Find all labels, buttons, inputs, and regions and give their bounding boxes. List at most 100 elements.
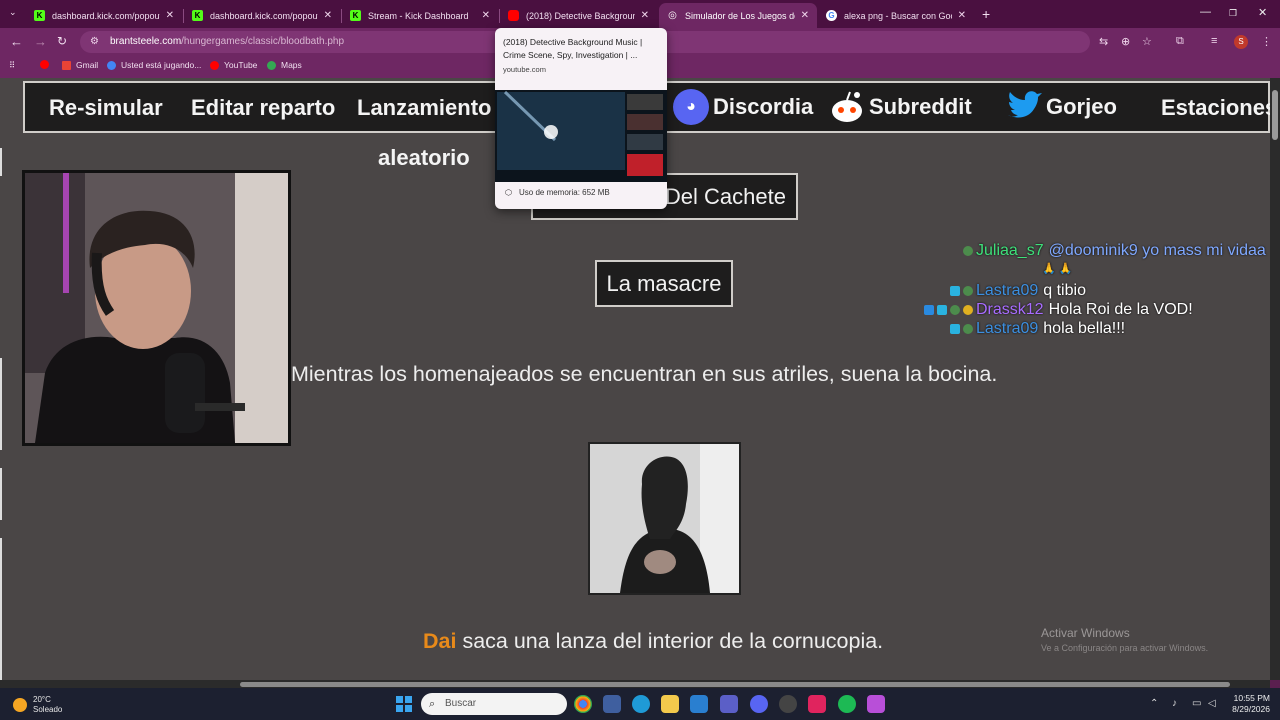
resimular-link[interactable]: Re-simular (49, 95, 163, 121)
lanzamiento-link[interactable]: Lanzamiento (357, 95, 491, 121)
obs-icon[interactable] (779, 695, 797, 713)
gift-badge-icon (937, 305, 947, 315)
bookmark-label: Usted está jugando... (121, 60, 202, 70)
scroll-thumb[interactable] (1272, 90, 1278, 140)
chat-message: Lastra09 q tibio (950, 282, 1086, 300)
discord-icon: ◕ (673, 89, 709, 125)
twitter-link[interactable]: Gorjeo (1004, 89, 1117, 125)
chat-username: Drassk12 (976, 301, 1044, 318)
gift-badge-icon (950, 324, 960, 334)
volume-icon[interactable]: ◁ (1208, 698, 1216, 709)
site-info-icon[interactable]: ⚙ (90, 31, 99, 53)
tab-hover-card: (2018) Detective Background Music | Crim… (495, 28, 667, 209)
app-icon[interactable] (867, 695, 885, 713)
close-icon[interactable]: ✕ (324, 10, 332, 21)
window-close-icon[interactable]: ✕ (1258, 6, 1267, 19)
translate-icon[interactable]: ⇆ (1099, 35, 1108, 48)
bookmark-youtube-short[interactable] (40, 60, 54, 69)
apps-grid-icon[interactable]: ⠿ (9, 60, 15, 71)
tab-title: dashboard.kick.com/popout/i/ (210, 10, 318, 21)
bookmark-youtube[interactable]: YouTube (210, 60, 257, 70)
tab-title: dashboard.kick.com/popout/i/ (52, 10, 160, 21)
outlook-icon[interactable] (690, 695, 708, 713)
activate-windows-subtitle: Ve a Configuración para activar Windows. (1041, 643, 1209, 653)
tray-overflow-icon[interactable]: ⌃ (1150, 698, 1158, 709)
close-icon[interactable]: ✕ (801, 10, 809, 21)
hover-card-domain: youtube.com (503, 65, 546, 74)
youtube-icon (210, 60, 219, 70)
start-button[interactable] (396, 696, 412, 712)
close-icon[interactable]: ✕ (641, 10, 649, 21)
horizontal-scrollbar[interactable] (0, 680, 1270, 688)
hover-card-title: (2018) Detective Background Music | Crim… (503, 37, 643, 60)
hover-card-preview (495, 90, 667, 182)
edge-marker (0, 538, 4, 680)
editar-reparto-link[interactable]: Editar reparto (191, 95, 335, 121)
microphone-icon[interactable]: ♪ (1172, 698, 1177, 709)
close-icon[interactable]: ✕ (166, 10, 174, 21)
discord-taskbar-icon[interactable] (750, 695, 768, 713)
teams-icon[interactable] (720, 695, 738, 713)
google-icon: G (826, 10, 837, 21)
zoom-icon[interactable]: ⊕ (1121, 35, 1130, 48)
search-placeholder: Buscar (445, 698, 477, 709)
sun-icon (13, 698, 27, 712)
tab-simulador[interactable]: ◎ Simulador de Los Juegos del H ✕ (659, 3, 817, 28)
bookmark-label: YouTube (224, 60, 258, 70)
file-explorer-icon[interactable] (661, 695, 679, 713)
minimize-icon[interactable]: — (1200, 6, 1211, 18)
aleatorio-link[interactable]: aleatorio (378, 145, 470, 171)
twitter-label: Gorjeo (1046, 94, 1117, 119)
discord-link[interactable]: ◕ Discordia (673, 89, 813, 125)
chrome-icon[interactable] (574, 695, 592, 713)
chat-text: hola bella!!! (1043, 320, 1126, 337)
media-control-icon[interactable]: ≡ (1211, 35, 1217, 47)
webcam-overlay (22, 170, 291, 446)
subreddit-link[interactable]: Subreddit (828, 89, 972, 125)
taskbar-clock[interactable]: 10:55 PM 8/29/2026 (1222, 693, 1270, 715)
phase-button[interactable]: La masacre (595, 260, 733, 307)
phase-label: La masacre (606, 270, 722, 296)
chat-username: Juliaa_s7 (976, 242, 1044, 259)
restore-icon[interactable]: ❐ (1229, 8, 1237, 19)
menu-icon[interactable]: ⋮ (1261, 35, 1272, 48)
estaciones-link[interactable]: Estaciones (1161, 95, 1270, 121)
chat-username: Lastra09 (976, 282, 1039, 299)
extensions-icon[interactable]: ⧉ (1176, 35, 1184, 48)
spotify-icon[interactable] (838, 695, 856, 713)
edge-marker (0, 358, 4, 450)
maps-icon (267, 60, 276, 70)
close-icon[interactable]: ✕ (958, 10, 966, 21)
store-icon[interactable] (603, 695, 621, 713)
clock-time: 10:55 PM (1233, 693, 1270, 703)
edge-icon[interactable] (632, 695, 650, 713)
weather-widget[interactable]: 20°C Soleado (13, 695, 62, 715)
bookmark-maps[interactable]: Maps (267, 60, 302, 70)
forward-icon[interactable]: → (34, 34, 47, 49)
close-icon[interactable]: ✕ (482, 10, 490, 21)
arena-label: Del Cachete (664, 183, 786, 209)
bookmark-usted-esta-jugando[interactable]: Usted está jugando... (107, 60, 201, 70)
video-preview (495, 90, 667, 182)
tab-kick-dashboard[interactable]: K Stream - Kick Dashboard ✕ (342, 3, 498, 28)
profile-avatar[interactable]: S (1234, 35, 1248, 49)
tiktok-icon[interactable] (808, 695, 826, 713)
hover-card-memory: Uso de memoria: 652 MB (519, 188, 610, 197)
bookmark-gmail[interactable]: Gmail (62, 60, 98, 70)
vertical-scrollbar[interactable] (1270, 78, 1280, 680)
network-icon[interactable]: ▭ (1192, 698, 1201, 709)
bookmark-star-icon[interactable]: ☆ (1142, 35, 1152, 48)
intro-text: Mientras los homenajeados se encuentran … (291, 362, 998, 386)
tab-google-search[interactable]: G alexa png - Buscar con Google ✕ (818, 3, 974, 28)
back-icon[interactable]: ← (10, 34, 23, 49)
tab-youtube-detective[interactable]: (2018) Detective Background M ✕ (500, 3, 657, 28)
taskbar-search-input[interactable]: ⌕ Buscar (421, 693, 567, 715)
new-tab-icon[interactable]: + (982, 6, 990, 22)
tab-kick-popout-2[interactable]: K dashboard.kick.com/popout/i/ ✕ (184, 3, 340, 28)
tab-kick-popout-1[interactable]: K dashboard.kick.com/popout/i/ ✕ (26, 3, 182, 28)
youtube-icon (508, 10, 519, 21)
event-action: saca una lanza del interior de la cornuc… (456, 629, 884, 653)
tab-search-icon[interactable]: ⌄ (9, 7, 17, 18)
reload-icon[interactable]: ↻ (57, 34, 67, 48)
scroll-thumb[interactable] (240, 682, 1230, 687)
